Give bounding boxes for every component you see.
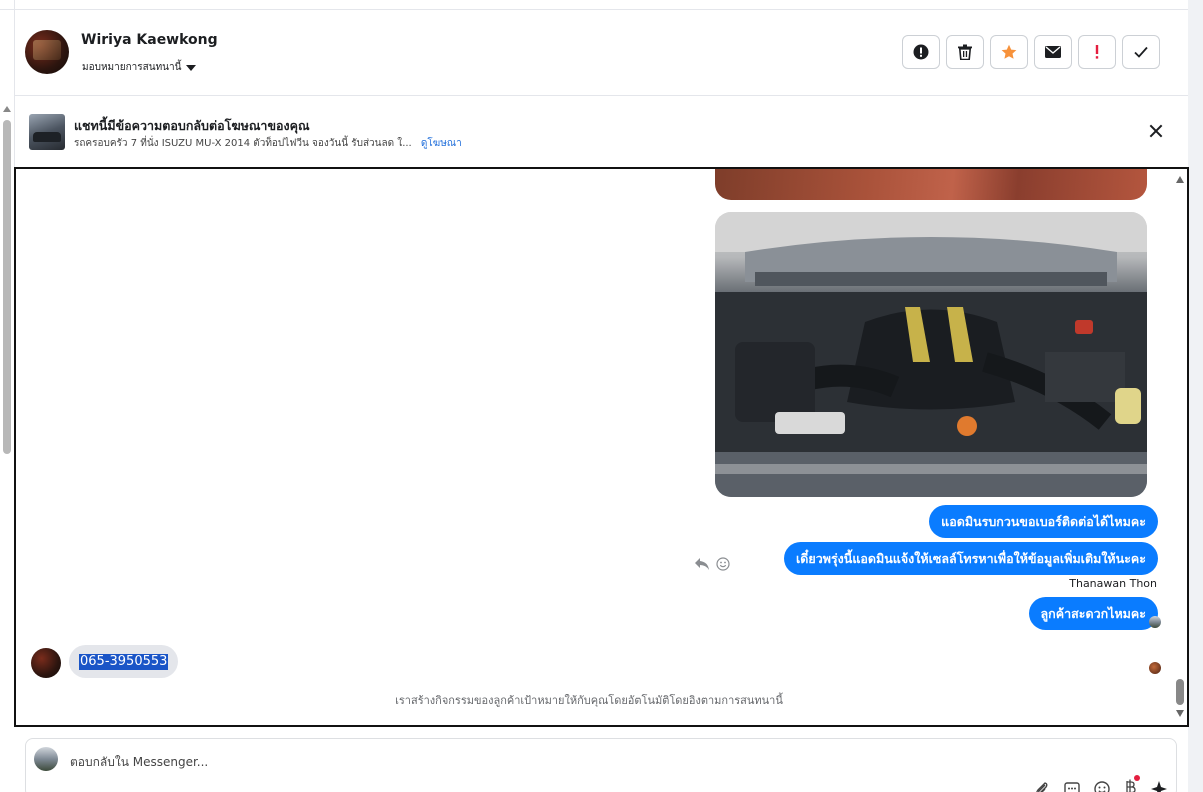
composer-tools [1034,775,1168,792]
outgoing-message[interactable]: แอดมินรบกวนขอเบอร์ติดต่อได้ไหมคะ [929,505,1158,538]
ad-thumbnail[interactable] [29,114,65,150]
mail-icon [1045,46,1061,58]
outgoing-message[interactable]: ลูกค้าสะดวกไหมคะ [1028,597,1158,630]
star-button[interactable] [990,35,1028,69]
emoji-icon[interactable] [1094,781,1110,792]
lead-activity-note: เราสร้างกิจกรรมของลูกค้าเป้าหมายให้กับคุ… [395,694,783,707]
mark-spam-button[interactable] [902,35,940,69]
top-divider [0,0,1188,10]
sparkle-icon[interactable] [1150,780,1168,792]
read-receipt-avatar [1149,662,1161,674]
message-thread[interactable]: แอดมินรบกวนขอเบอร์ติดต่อได้ไหมคะ เดี๋ยวพ… [14,167,1189,727]
trash-icon [958,44,972,60]
thread-scrollbar[interactable] [1173,169,1187,725]
saved-replies-icon[interactable] [1064,781,1080,792]
scroll-thumb[interactable] [3,120,11,454]
left-scrollbar[interactable] [2,106,12,456]
ad-reply-banner: แชทนี้มีข้อความตอบกลับต่อโฆษณาของคุณ รถค… [14,97,1188,167]
incoming-message[interactable]: 065-3950553 [69,645,179,678]
sender-name: Thanawan Thon [1069,577,1157,590]
engine-photo [715,212,1147,497]
message-actions [694,557,730,571]
scroll-up-icon[interactable] [3,106,11,112]
customer-avatar[interactable] [31,648,61,678]
exclamation-icon [1095,45,1099,59]
assign-label: มอบหมายการสนทนานี้ [82,62,182,73]
incoming-message-text[interactable]: 065-3950553 [79,653,169,670]
seen-avatar [1149,616,1161,628]
sent-image-partial[interactable] [715,169,1147,200]
notification-dot [1134,775,1140,781]
contact-name[interactable]: Wiriya Kaewkong [81,32,218,48]
baht-icon [1126,779,1136,792]
mark-important-button[interactable] [1078,35,1116,69]
conversation-header: Wiriya Kaewkong มอบหมายการสนทนานี้ [14,10,1188,96]
scroll-thumb[interactable] [1176,679,1184,705]
react-emoji-icon[interactable] [716,557,730,571]
page-scrollbar-gutter[interactable] [1188,0,1203,792]
paperclip-icon[interactable] [1034,781,1050,792]
reply-input[interactable]: ตอบกลับใน Messenger... [70,753,208,772]
mark-unread-button[interactable] [1034,35,1072,69]
delete-button[interactable] [946,35,984,69]
check-icon [1134,46,1148,58]
ad-banner-subtitle: รถครอบครัว 7 ที่นั่ง ISUZU MU-X 2014 ตัว… [74,136,462,151]
my-avatar [34,747,58,771]
header-actions [902,35,1160,69]
payment-button[interactable] [1124,775,1140,792]
assign-conversation-dropdown[interactable]: มอบหมายการสนทนานี้ [82,60,197,75]
scroll-up-icon[interactable] [1176,176,1184,183]
sent-image-engine[interactable] [715,212,1147,497]
view-ad-link[interactable]: ดูโฆษณา [421,138,462,149]
spam-icon [913,44,929,60]
ad-description: รถครอบครัว 7 ที่นั่ง ISUZU MU-X 2014 ตัว… [74,138,412,149]
messenger-inbox-view: Wiriya Kaewkong มอบหมายการสนทนานี้ แชทนี… [0,0,1203,792]
reply-composer[interactable]: ตอบกลับใน Messenger... [25,738,1177,792]
reply-icon[interactable] [694,557,710,571]
contact-avatar[interactable] [25,30,69,74]
ad-banner-title: แชทนี้มีข้อความตอบกลับต่อโฆษณาของคุณ [74,118,310,133]
star-icon [1001,44,1017,59]
mark-done-button[interactable] [1122,35,1160,69]
outgoing-message[interactable]: เดี๋ยวพรุ่งนี้แอดมินแจ้งให้เซลล์โทรหาเพื… [783,542,1158,575]
caret-down-icon [186,64,197,71]
close-icon[interactable] [1148,123,1164,139]
scroll-down-icon[interactable] [1176,710,1184,717]
